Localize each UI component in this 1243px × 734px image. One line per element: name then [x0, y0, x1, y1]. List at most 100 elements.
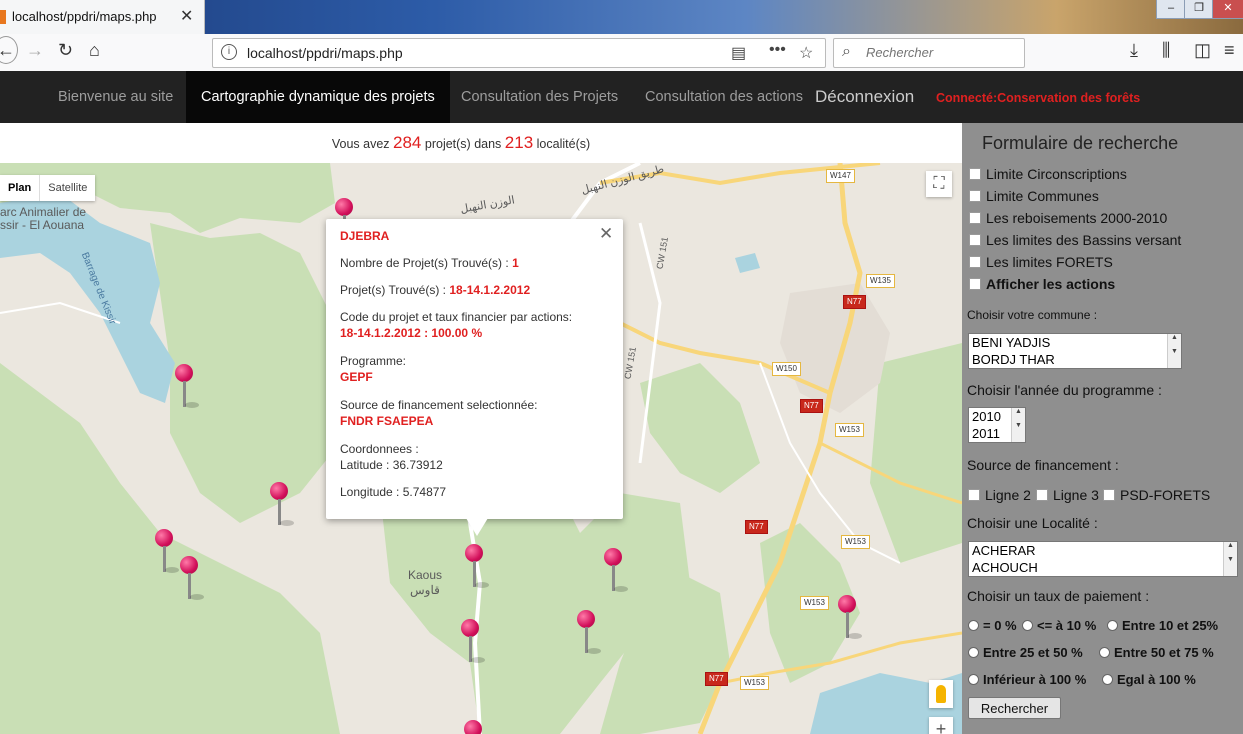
site-info-icon[interactable]: i	[221, 44, 237, 60]
checkbox-box[interactable]	[1103, 489, 1115, 501]
menu-item-projects[interactable]: Consultation des Projets	[461, 71, 618, 123]
checkbox-circonscriptions[interactable]: Limite Circonscriptions	[969, 166, 1127, 182]
scroll-arrows-icon[interactable]: ▲ ▼	[1223, 542, 1237, 576]
menu-item-welcome[interactable]: Bienvenue au site	[58, 71, 173, 123]
rate-radio-0[interactable]: = 0 %	[968, 618, 1017, 633]
road-badge-w153-c: W153	[800, 596, 829, 610]
library-icon[interactable]: ⫼	[1162, 40, 1170, 61]
source-ligne2[interactable]: Ligne 2	[968, 487, 1031, 503]
browser-search-input[interactable]	[864, 44, 1018, 61]
map-type-control: Plan Satellite	[0, 175, 96, 201]
radio-circle[interactable]	[1099, 647, 1110, 658]
bookmark-star-icon[interactable]: ☆	[799, 43, 813, 63]
project-marker[interactable]	[464, 720, 484, 734]
menu-item-cartography[interactable]: Cartographie dynamique des projets	[186, 71, 450, 123]
checkbox-box[interactable]	[968, 489, 980, 501]
locality-option[interactable]: ACHOUCH	[969, 559, 1237, 576]
year-select[interactable]: 2010 2011 ▲ ▼	[968, 407, 1026, 443]
radio-circle[interactable]	[1107, 620, 1118, 631]
rate-radio-under-100[interactable]: Inférieur à 100 %	[968, 672, 1086, 687]
source-label: Source de financement :	[967, 457, 1119, 473]
street-view-pegman-icon[interactable]	[929, 680, 953, 708]
locality-select[interactable]: ACHERAR ACHOUCH ▲ ▼	[968, 541, 1238, 577]
map-type-plan[interactable]: Plan	[0, 175, 39, 201]
commune-option[interactable]: BENI YADJIS	[969, 334, 1181, 351]
back-icon[interactable]: ←	[0, 36, 18, 64]
scroll-arrows-icon[interactable]: ▲ ▼	[1011, 408, 1025, 442]
rate-radio-10-25[interactable]: Entre 10 et 25%	[1107, 618, 1218, 633]
project-marker[interactable]	[461, 619, 485, 665]
rate-radio-25-50[interactable]: Entre 25 et 50 %	[968, 645, 1083, 660]
sidebar-icon[interactable]: ◫	[1194, 40, 1211, 61]
radio-label: Entre 10 et 25%	[1122, 618, 1219, 633]
checkbox-bassins[interactable]: Les limites des Bassins versant	[969, 232, 1181, 248]
checkbox-box[interactable]	[969, 212, 981, 224]
map-label-kaous: Kaous	[408, 568, 443, 582]
radio-circle[interactable]	[968, 674, 979, 685]
browser-search-box[interactable]: ⌕	[833, 38, 1025, 68]
menu-icon[interactable]: ≡	[1224, 40, 1235, 61]
radio-circle[interactable]	[968, 620, 979, 631]
radio-circle[interactable]	[1022, 620, 1033, 631]
checkbox-box[interactable]	[969, 234, 981, 246]
downloads-icon[interactable]: ⤓	[1130, 40, 1138, 61]
info-close-icon[interactable]: ✕	[599, 224, 613, 244]
project-marker[interactable]	[175, 364, 199, 410]
info-found-label: Projet(s) Trouvé(s) :	[340, 283, 447, 297]
source-psd-forets[interactable]: PSD-FORETS	[1103, 487, 1210, 503]
scroll-arrows-icon[interactable]: ▲ ▼	[1167, 334, 1181, 368]
project-marker-selected[interactable]	[465, 544, 489, 590]
checkbox-box[interactable]	[1036, 489, 1048, 501]
locality-option[interactable]: ACHERAR	[969, 542, 1237, 559]
restore-icon[interactable]: ❐	[1184, 0, 1214, 19]
checkbox-box[interactable]	[969, 256, 981, 268]
map-type-satellite[interactable]: Satellite	[39, 175, 95, 201]
reader-view-icon[interactable]: ▤	[731, 43, 746, 63]
fullscreen-icon[interactable]: ⛶	[926, 171, 952, 197]
checkbox-box[interactable]	[969, 190, 981, 202]
search-button[interactable]: Rechercher	[968, 697, 1061, 719]
rate-radio-50-75[interactable]: Entre 50 et 75 %	[1099, 645, 1214, 660]
info-coords-label: Coordonnees :	[340, 442, 419, 456]
menu-item-actions[interactable]: Consultation des actions	[645, 71, 803, 123]
project-marker[interactable]	[577, 610, 601, 656]
commune-option[interactable]: BORDJ THAR	[969, 351, 1181, 368]
address-bar[interactable]: i localhost/ppdri/maps.php ▤ ••• ☆	[212, 38, 826, 68]
commune-select[interactable]: BENI YADJIS BORDJ THAR ▲ ▼	[968, 333, 1182, 369]
home-icon[interactable]: ⌂	[89, 40, 100, 61]
project-marker[interactable]	[180, 556, 204, 602]
road-badge-w153-d: W153	[740, 676, 769, 690]
search-icon: ⌕	[842, 43, 851, 60]
road-badge-n77-a: N77	[843, 295, 866, 309]
project-marker[interactable]	[155, 529, 179, 575]
locality-label: Choisir une Localité :	[967, 515, 1098, 531]
info-source-label: Source de financement selectionnée:	[340, 398, 538, 412]
checkbox-actions[interactable]: Afficher les actions	[969, 276, 1115, 292]
source-ligne3[interactable]: Ligne 3	[1036, 487, 1099, 503]
rate-radio-100[interactable]: Egal à 100 %	[1102, 672, 1196, 687]
checkbox-box[interactable]	[969, 278, 981, 290]
forward-icon[interactable]: →	[26, 40, 44, 61]
road-badge-w147: W147	[826, 169, 855, 183]
url-text: localhost/ppdri/maps.php	[247, 45, 403, 61]
checkbox-label: Limite Communes	[986, 188, 1099, 204]
checkbox-forets[interactable]: Les limites FORETS	[969, 254, 1113, 270]
checkbox-communes[interactable]: Limite Communes	[969, 188, 1099, 204]
rate-radio-10[interactable]: <= à 10 %	[1022, 618, 1096, 633]
reload-icon[interactable]: ↻	[58, 40, 73, 61]
project-marker[interactable]	[604, 548, 628, 594]
project-marker[interactable]	[270, 482, 294, 528]
page-actions-icon[interactable]: •••	[769, 41, 786, 59]
checkbox-box[interactable]	[969, 168, 981, 180]
minimize-icon[interactable]: –	[1156, 0, 1186, 19]
project-marker[interactable]	[838, 595, 862, 641]
radio-circle[interactable]	[968, 647, 979, 658]
checkbox-reboisements[interactable]: Les reboisements 2000-2010	[969, 210, 1167, 226]
logout-link[interactable]: Déconnexion	[815, 71, 914, 123]
radio-circle[interactable]	[1102, 674, 1113, 685]
close-window-icon[interactable]: ✕	[1212, 0, 1243, 19]
close-tab-icon[interactable]: ✕	[180, 6, 193, 26]
radio-label: <= à 10 %	[1037, 618, 1097, 633]
zoom-in-button[interactable]: +	[929, 717, 953, 734]
browser-tab[interactable]: localhost/ppdri/maps.php ✕	[0, 0, 205, 34]
